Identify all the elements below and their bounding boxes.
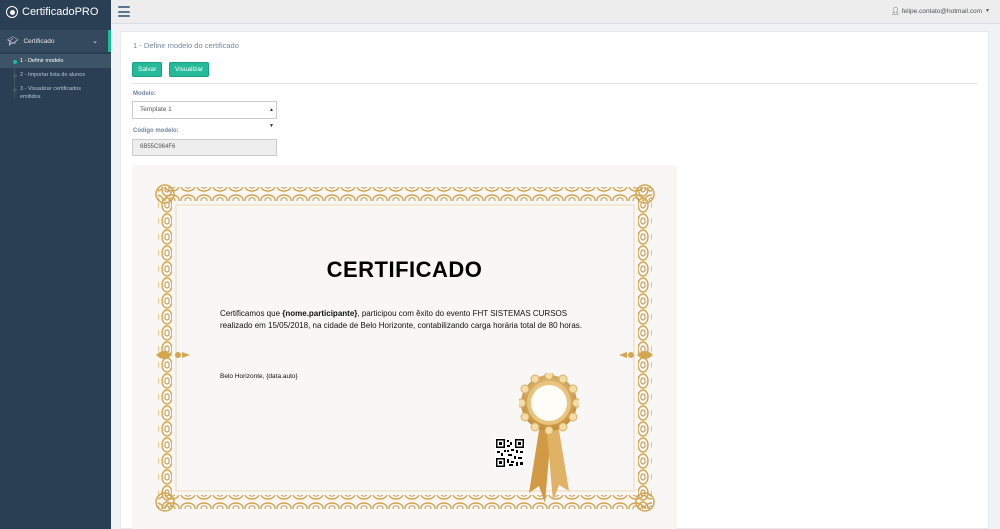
- chevron-down-icon: ▼: [985, 8, 990, 14]
- sidebar-section-certificado[interactable]: 🎓︎ Certificado ⌄: [0, 30, 111, 52]
- participant-placeholder: {nome.participante}: [282, 309, 358, 318]
- select-arrow-icon: ▲ ▼: [269, 107, 274, 129]
- sidebar-item-importar-alunos[interactable]: 2 - Importar lista de alunos: [0, 68, 111, 82]
- model-select[interactable]: Template 1 ▲ ▼: [132, 101, 277, 129]
- code-field[interactable]: 6B55C964F6: [132, 139, 277, 156]
- award-seal-icon: [519, 373, 579, 503]
- certificate-title: CERTIFICADO: [326, 257, 483, 282]
- top-nav: 👤︎ felipe.contato@hotmail.com ▼: [111, 0, 1000, 24]
- brand-name: CertificadoPRO: [22, 6, 99, 18]
- user-email: felipe.contato@hotmail.com: [901, 7, 983, 15]
- certificate-logo-icon: [6, 6, 18, 18]
- save-button[interactable]: Salvar: [132, 62, 163, 77]
- certificate-preview: CERTIFICADO Certificamos que {nome.parti…: [132, 165, 677, 529]
- sidebar-item-definir-modelo[interactable]: 1 - Definir modelo: [0, 54, 111, 68]
- user-menu[interactable]: 👤︎ felipe.contato@hotmail.com ▼: [890, 7, 990, 16]
- model-select-value: Template 1: [140, 106, 172, 113]
- divider: [132, 83, 978, 84]
- sidebar-item-visualizar-certificados[interactable]: 3 - Visualizar certificados emitidos: [0, 82, 111, 104]
- sidebar-section-label: Certificado: [23, 37, 55, 45]
- chevron-down-icon: ⌄: [92, 38, 98, 45]
- sidebar-submenu: 1 - Definir modelo 2 - Importar lista de…: [0, 52, 111, 108]
- graduation-cap-icon: 🎓︎: [7, 35, 19, 46]
- certificate-city-date: Belo Horizonte, {data.auto}: [220, 373, 298, 380]
- hamburger-icon[interactable]: [118, 6, 130, 17]
- certificate-body: Certificamos que {nome.participante}, pa…: [220, 309, 583, 330]
- brand[interactable]: CertificadoPRO: [0, 0, 111, 24]
- page-title: 1 - Definir modelo do certificado: [133, 41, 239, 50]
- ornamental-frame: [155, 184, 655, 512]
- main-panel: 1 - Definir modelo do certificado Salvar…: [120, 31, 989, 529]
- view-button[interactable]: Visualizar: [169, 62, 210, 77]
- code-label: Código modelo:: [133, 128, 179, 134]
- sidebar: CertificadoPRO 🎓︎ Certificado ⌄ 1 - Defi…: [0, 0, 111, 529]
- model-label: Modelo:: [133, 91, 156, 97]
- user-icon: 👤︎: [890, 8, 900, 15]
